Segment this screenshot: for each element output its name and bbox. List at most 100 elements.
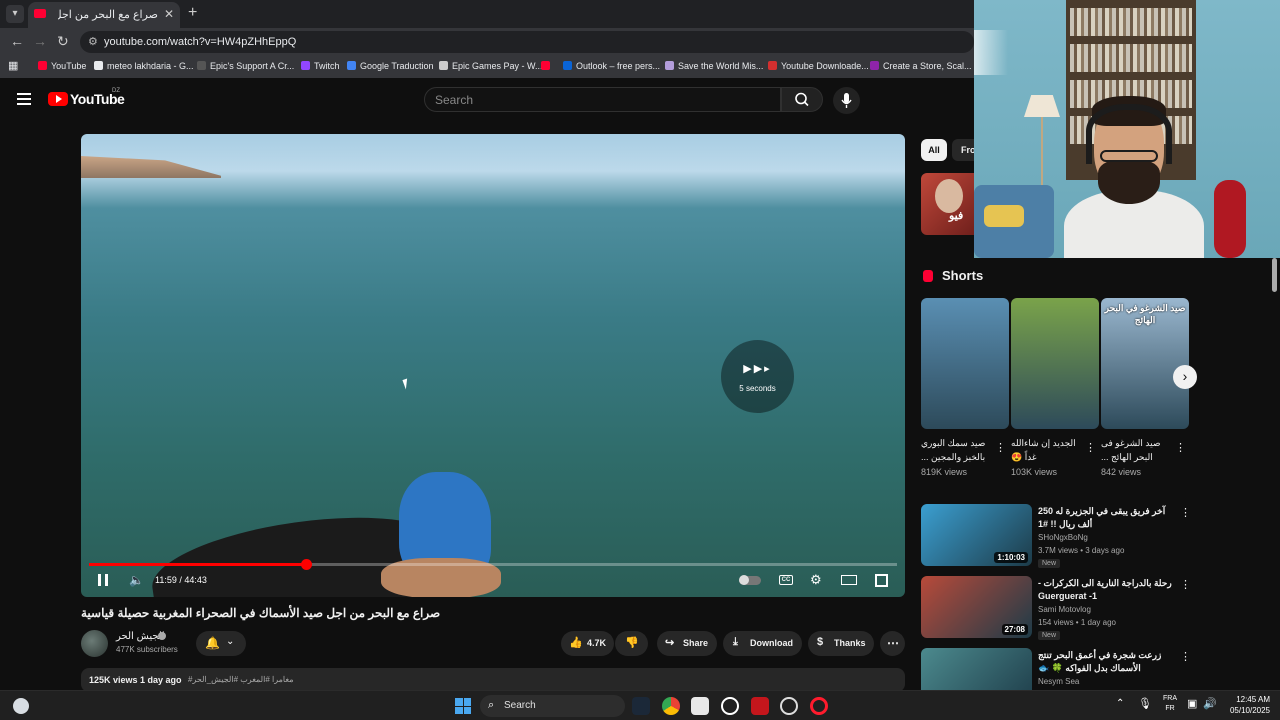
search-button[interactable] (781, 87, 823, 112)
chatgpt-icon[interactable] (721, 697, 739, 715)
taskbar-search[interactable]: ⌕ Search (480, 695, 625, 717)
bookmark-item[interactable]: Epic's Support A Cr... (197, 61, 294, 71)
recommended-channel[interactable]: Nesym Sea (1038, 677, 1079, 686)
youtube-logo-icon[interactable] (48, 92, 68, 106)
pause-icon[interactable] (98, 574, 108, 586)
more-vertical-icon[interactable]: ⋮ (1180, 506, 1191, 519)
progress-bar[interactable] (89, 559, 897, 570)
more-actions-button[interactable]: ⋯ (880, 631, 905, 656)
youtube-favicon-icon (34, 9, 46, 18)
subscriber-count: 477K subscribers (116, 645, 178, 654)
chrome-icon[interactable] (662, 697, 680, 715)
subscribed-notification-button[interactable]: 🔔 ⌄ (196, 631, 246, 656)
short-thumbnail[interactable] (921, 298, 1009, 429)
capcut-icon[interactable] (691, 697, 709, 715)
input-language[interactable]: FRA FR (1160, 694, 1180, 714)
weather-widget-icon[interactable] (13, 698, 29, 714)
bookmark-label: Google Traduction (360, 61, 434, 71)
bookmark-item[interactable]: Create a Store, Scal... (870, 61, 972, 71)
windows-taskbar: ⌕ Search ⌃ 🎙 FRA FR ▣ 🔊 12:45 AM 05/10/2… (0, 690, 1280, 720)
recording-app-icon[interactable] (751, 697, 769, 715)
steam-icon[interactable] (632, 697, 650, 715)
short-thumbnail[interactable]: صيد الشرغو في البحر الهائج (1101, 298, 1189, 429)
share-button[interactable]: ↪ Share (657, 631, 717, 656)
recommended-title[interactable]: رحلة بالدراجة النارية الى الكركرات - Gue… (1038, 577, 1174, 603)
scrubber-handle[interactable] (301, 559, 312, 570)
windows-start-icon[interactable] (455, 698, 471, 714)
fullscreen-icon[interactable] (875, 574, 888, 587)
opera-icon[interactable] (810, 697, 828, 715)
search-box[interactable] (424, 87, 781, 112)
more-vertical-icon[interactable]: ⋮ (1085, 441, 1096, 454)
hashtags[interactable]: #مغامرا #المغرب #الجيش_الحر (188, 675, 294, 684)
download-label: Download (750, 638, 793, 648)
captions-icon[interactable]: CC (779, 575, 793, 585)
site-info-icon[interactable]: ⚙ (88, 35, 98, 48)
tray-overflow-icon[interactable]: ⌃ (1116, 698, 1124, 709)
chevron-right-icon[interactable]: › (1173, 365, 1197, 389)
network-icon[interactable]: ▣ (1187, 697, 1197, 710)
lamp (1024, 95, 1060, 117)
bookmark-item[interactable]: Save the World Mis... (665, 61, 763, 71)
recommended-channel[interactable]: SHoNgxBoNg (1038, 533, 1088, 542)
settings-gear-icon[interactable]: ⚙ (810, 572, 822, 588)
bookmark-label: Save the World Mis... (678, 61, 764, 71)
bookmark-item[interactable]: YouTube (38, 61, 86, 71)
page-scrollbar[interactable] (1272, 258, 1277, 292)
bookmark-item[interactable]: Google Traduction (347, 61, 434, 71)
bookmark-item[interactable] (541, 61, 554, 71)
new-badge: New (1038, 559, 1061, 568)
description-box[interactable]: 125K views 1 day ago #مغامرا #المغرب #ال… (81, 668, 905, 692)
more-vertical-icon[interactable]: ⋮ (995, 441, 1006, 454)
recommended-thumbnail[interactable]: 1:10:03 (921, 504, 1032, 566)
views-and-date: 125K views 1 day ago (89, 675, 182, 685)
bookmark-item[interactable]: Epic Games Pay - W... (439, 61, 543, 71)
download-button[interactable]: ⤓ Download (723, 631, 802, 656)
like-count: 4.7K (587, 638, 607, 648)
like-button[interactable]: 👍 4.7K (561, 631, 614, 656)
search-input[interactable] (435, 93, 755, 107)
short-thumbnail[interactable] (1011, 298, 1099, 429)
microphone-tray-icon[interactable]: 🎙 (1138, 697, 1152, 710)
short-title[interactable]: صيد سمك البوري بالخبز والمجين ... (921, 436, 995, 464)
chip-all[interactable]: All (921, 139, 947, 161)
more-vertical-icon[interactable]: ⋮ (1180, 650, 1191, 663)
recommended-title[interactable]: زرعت شجرة في أعمق البحر تنتج الأسماك بدل… (1038, 649, 1174, 675)
forward-icon[interactable]: → (33, 33, 47, 49)
thanks-button[interactable]: $ Thanks (808, 631, 874, 656)
address-bar[interactable]: ⚙ youtube.com/watch?v=HW4pZHhEppQ (80, 31, 974, 53)
more-vertical-icon[interactable]: ⋮ (1175, 441, 1186, 454)
clock-time[interactable]: 12:45 AM (1226, 695, 1270, 704)
tab-close-icon[interactable]: ✕ (164, 7, 174, 21)
recommended-channel[interactable]: Sami Motovlog (1038, 605, 1091, 614)
obs-icon[interactable] (780, 697, 798, 715)
voice-search-button[interactable] (833, 87, 860, 114)
apps-grid-icon[interactable]: ▦ (8, 59, 18, 72)
channel-avatar[interactable] (81, 630, 108, 657)
autoplay-toggle[interactable] (739, 575, 761, 585)
speaker-icon[interactable]: 🔊 (1203, 697, 1217, 710)
recommended-title[interactable]: آخر فريق يبقى في الجزيرة له 250 ألف ريال… (1038, 505, 1174, 531)
video-player[interactable]: ▶▶▸ 5 seconds 🔈 11:59 / 44:43 CC ⚙ (81, 134, 905, 597)
volume-icon[interactable]: 🔈 (129, 573, 144, 587)
dislike-button[interactable]: 👎 (615, 631, 648, 656)
tab-search-button[interactable]: ▾ (6, 5, 24, 23)
theater-mode-icon[interactable] (841, 575, 857, 585)
back-icon[interactable]: ← (10, 33, 24, 49)
menu-icon[interactable] (17, 93, 31, 105)
reload-icon[interactable]: ↻ (57, 33, 69, 50)
clock-date[interactable]: 05/10/2025 (1222, 706, 1270, 715)
bookmark-item[interactable]: Youtube Downloade... (768, 61, 869, 71)
bookmark-item[interactable]: Twitch (301, 61, 340, 71)
short-title[interactable]: صيد الشرغو فى البحر الهائج ... (1101, 436, 1175, 464)
bookmark-item[interactable]: Outlook – free pers... (563, 61, 660, 71)
new-tab-button[interactable]: + (188, 4, 197, 22)
bookmark-item[interactable]: meteo lakhdaria - G... (94, 61, 194, 71)
recommended-thumbnail[interactable]: 27:08 (921, 576, 1032, 638)
active-tab[interactable]: صراع مع البحر من اجل صيد ✕ (28, 2, 180, 28)
bookmark-favicon-icon (541, 61, 550, 70)
sponsored-thumbnail[interactable]: فيو (921, 173, 981, 235)
verified-check-icon (158, 632, 166, 640)
more-vertical-icon[interactable]: ⋮ (1180, 578, 1191, 591)
short-title[interactable]: الجديد إن شاءالله غداً 😍 (1011, 436, 1085, 464)
